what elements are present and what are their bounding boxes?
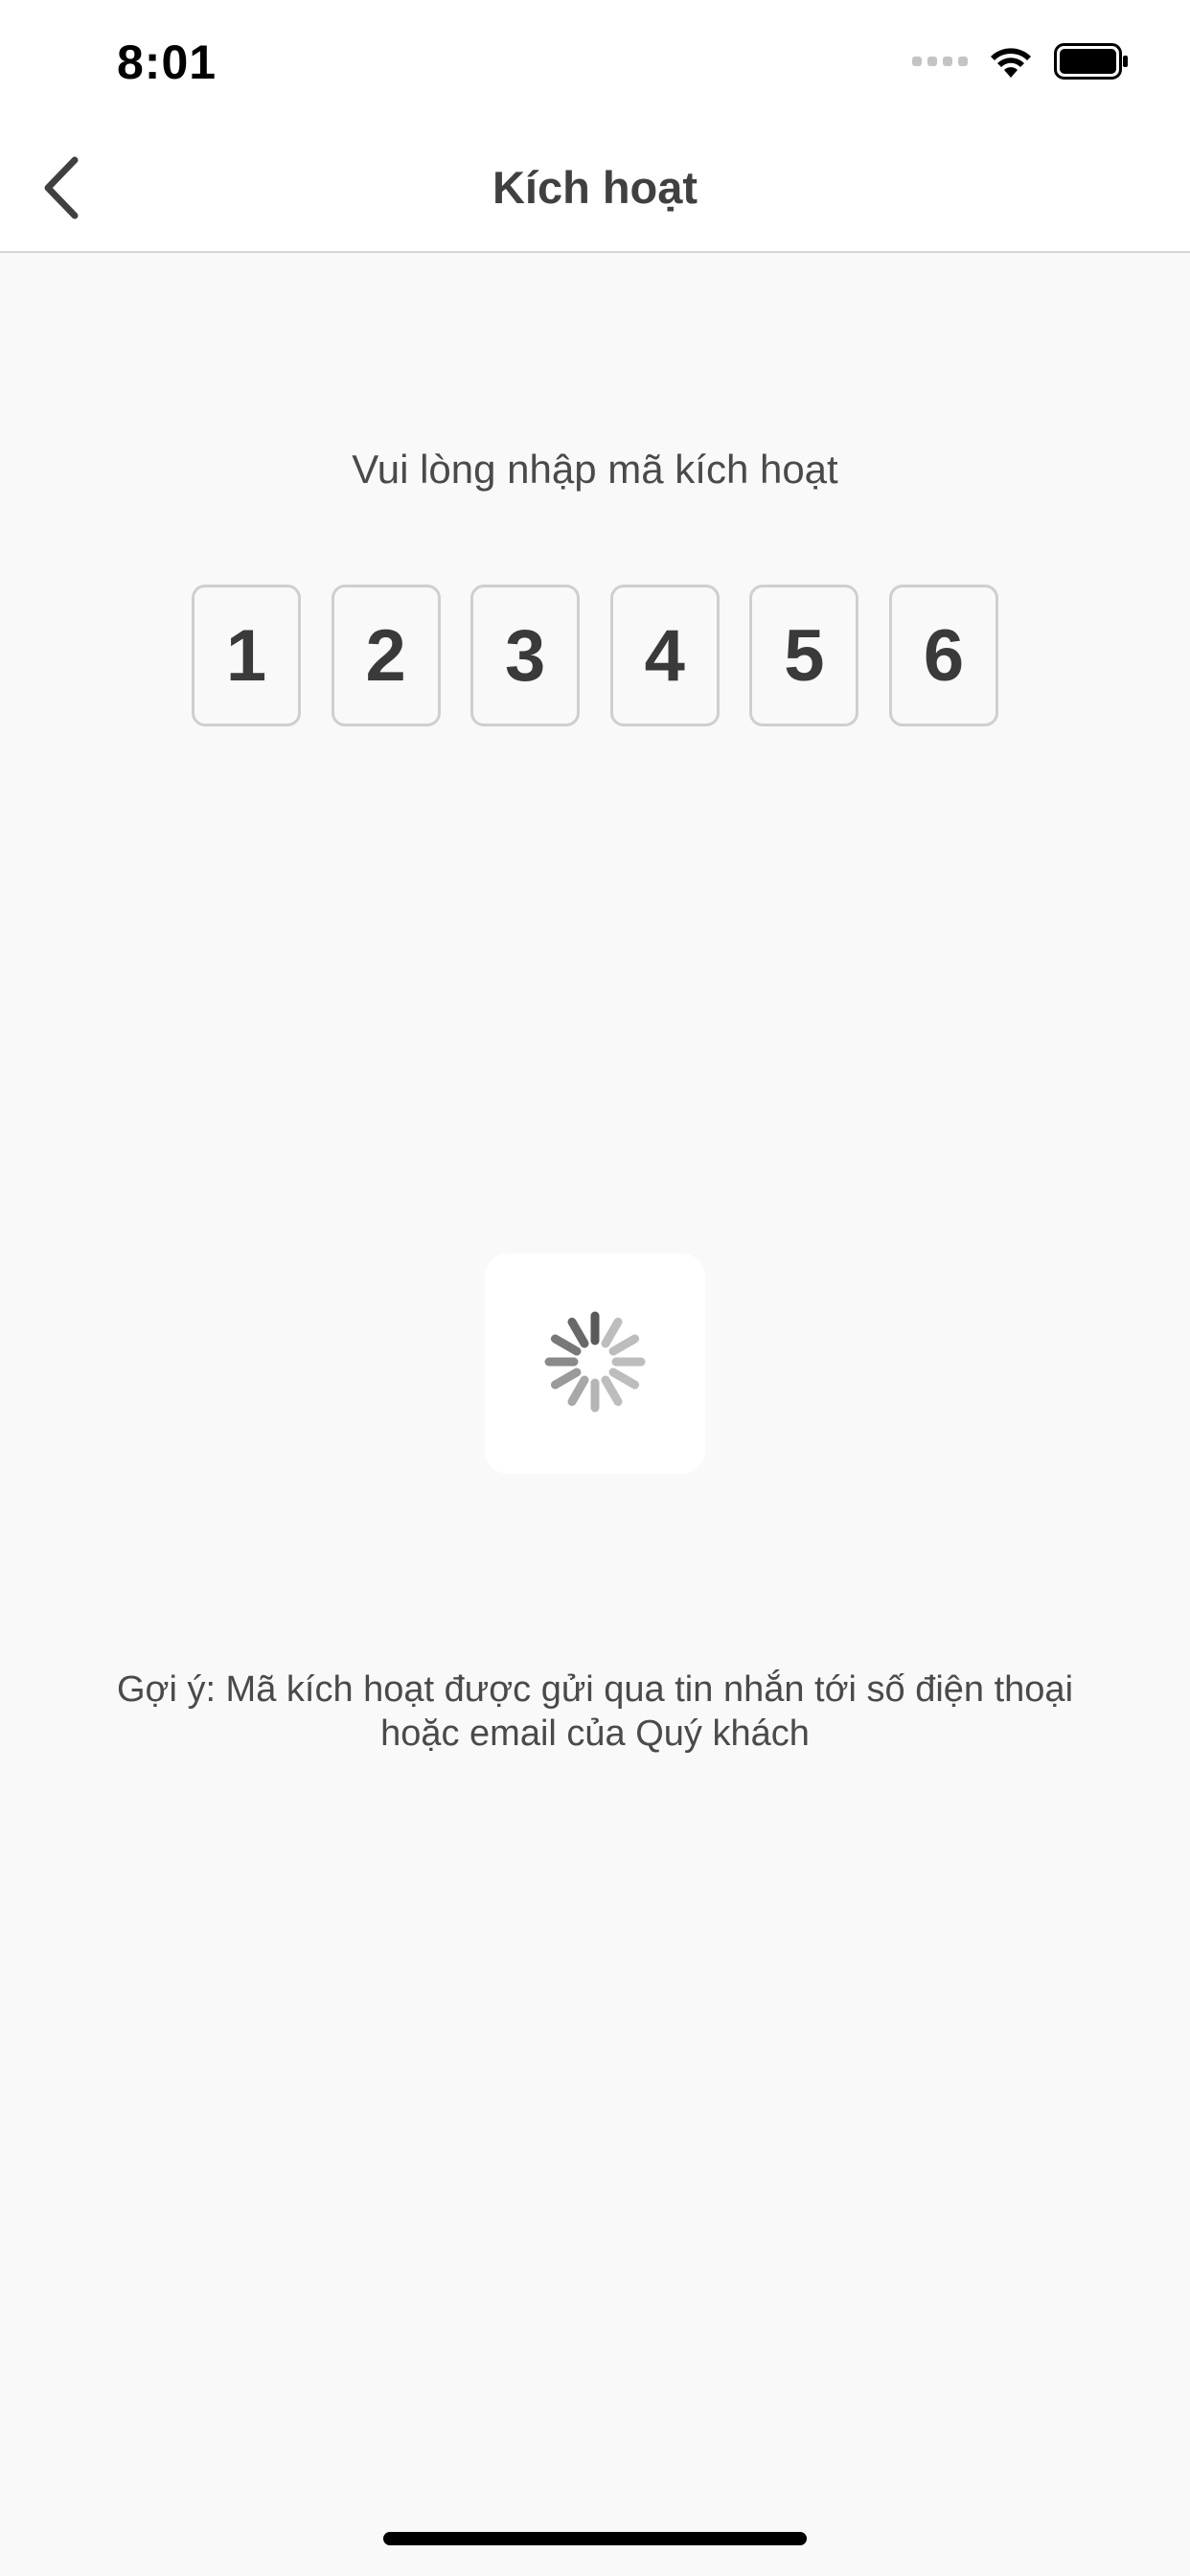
activity-spinner-icon: [542, 1309, 648, 1419]
status-icons: [912, 42, 1129, 84]
nav-bar: Kích hoạt: [0, 126, 1190, 253]
code-digit-6[interactable]: 6: [888, 585, 998, 726]
code-digit-1[interactable]: 1: [192, 585, 301, 726]
code-digit-2[interactable]: 2: [331, 585, 441, 726]
activation-hint: Gợi ý: Mã kích hoạt được gửi qua tin nhắ…: [77, 1668, 1113, 1756]
battery-icon: [1054, 42, 1129, 84]
status-time: 8:01: [117, 35, 217, 89]
status-bar: 8:01: [0, 0, 1190, 126]
hint-line-2: hoặc email của Quý khách: [380, 1714, 810, 1754]
wifi-icon: [987, 43, 1035, 84]
signal-dots-icon: [912, 55, 968, 72]
code-digit-4[interactable]: 4: [609, 585, 720, 726]
code-digit-5[interactable]: 5: [749, 585, 859, 726]
hint-line-1: Gợi ý: Mã kích hoạt được gửi qua tin nhắ…: [116, 1669, 1074, 1710]
code-digit-3[interactable]: 3: [470, 585, 581, 726]
home-indicator[interactable]: [383, 2532, 807, 2545]
activation-prompt: Vui lòng nhập mã kích hoạt: [352, 447, 838, 492]
loading-overlay: [485, 1254, 705, 1474]
activation-code-input[interactable]: 1 2 3 4 5 6: [192, 585, 998, 728]
page-title: Kích hoạt: [492, 162, 698, 213]
